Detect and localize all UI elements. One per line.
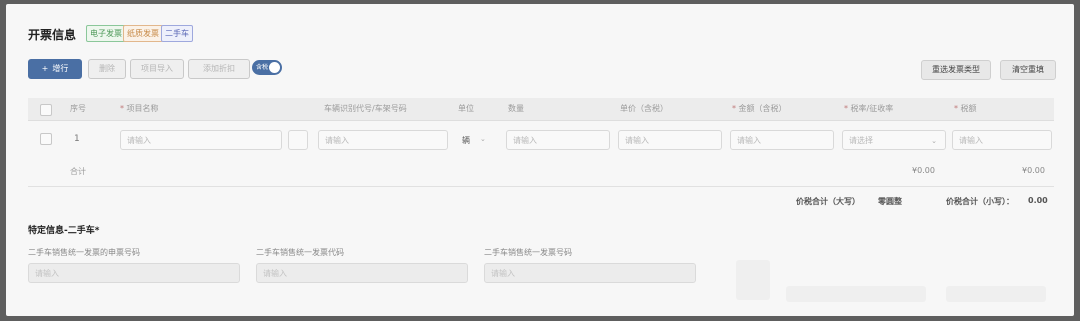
item-picker-button[interactable] xyxy=(288,130,308,150)
unit-price-input[interactable]: 请输入 xyxy=(618,130,722,150)
table-header: 序号 * 项目名称 车辆识别代号/车架号码 单位 数量 单价（含税） * 金额（… xyxy=(28,98,1054,121)
used-car-apply-number-label: 二手车销售统一发票的申票号码 xyxy=(28,248,140,257)
item-name-input[interactable]: 请输入 xyxy=(120,130,282,150)
vin-input[interactable]: 请输入 xyxy=(318,130,448,150)
select-all-checkbox[interactable] xyxy=(40,104,52,116)
col-tax: * 税额 xyxy=(954,104,977,113)
col-index: 序号 xyxy=(70,104,86,113)
quantity-input[interactable]: 请输入 xyxy=(506,130,610,150)
used-car-invoice-code-input[interactable]: 请输入 xyxy=(256,263,468,283)
row-checkbox[interactable] xyxy=(40,133,52,145)
total-amount: ¥0.00 xyxy=(912,166,935,175)
table-row: 1 请输入 请输入 辆 ⌄ 请输入 请输入 请输入 请选择 ⌄ 请输入 xyxy=(28,121,1054,155)
tag-electronic: 电子发票 xyxy=(86,25,126,42)
delete-button[interactable]: 删除 xyxy=(88,59,126,79)
total-label: 合计 xyxy=(70,167,86,176)
row-index: 1 xyxy=(74,134,80,144)
section-title: 开票信息 xyxy=(28,28,77,42)
reselect-invoice-type-button[interactable]: 重选发票类型 xyxy=(921,60,991,80)
import-button[interactable]: 项目导入 xyxy=(130,59,184,79)
faded-placeholder-bar xyxy=(786,286,926,302)
total-row: 合计 ¥0.00 ¥0.00 xyxy=(28,156,1054,187)
add-discount-button[interactable]: 添加折扣 xyxy=(188,59,250,79)
tag-used-car: 二手车 xyxy=(161,25,193,42)
col-tax-rate: * 税率/征收率 xyxy=(844,104,894,113)
special-info-title: 特定信息-二手车* xyxy=(28,226,100,236)
used-car-invoice-number-label: 二手车销售统一发票号码 xyxy=(484,248,572,257)
total-upper-label: 价税合计（大写） xyxy=(796,197,860,206)
used-car-apply-number-input[interactable]: 请输入 xyxy=(28,263,240,283)
faded-placeholder-bar xyxy=(946,286,1046,302)
tag-paper: 纸质发票 xyxy=(123,25,163,42)
clear-refill-button[interactable]: 清空重填 xyxy=(1000,60,1056,80)
col-amount: * 金额（含税） xyxy=(732,104,787,113)
col-item-name: * 项目名称 xyxy=(120,104,159,113)
total-lower-value: 0.00 xyxy=(1028,196,1048,205)
amount-input[interactable]: 请输入 xyxy=(730,130,834,150)
col-quantity: 数量 xyxy=(508,104,524,113)
toggle-knob xyxy=(269,62,280,73)
used-car-invoice-code-label: 二手车销售统一发票代码 xyxy=(256,248,344,257)
faded-placeholder-block xyxy=(736,260,770,300)
total-tax: ¥0.00 xyxy=(1022,166,1045,175)
col-vin: 车辆识别代号/车架号码 xyxy=(324,104,407,113)
invoice-info-card: 开票信息 电子发票 纸质发票 二手车 + 增行 删除 项目导入 添加折扣 含税 重… xyxy=(6,4,1074,316)
plus-icon: + xyxy=(41,64,49,73)
col-unit-price: 单价（含税） xyxy=(620,104,668,113)
tax-input[interactable]: 请输入 xyxy=(952,130,1052,150)
chevron-down-icon: ⌄ xyxy=(480,135,486,143)
chevron-down-icon: ⌄ xyxy=(931,137,937,145)
add-row-button[interactable]: + 增行 xyxy=(28,59,82,79)
tax-included-toggle[interactable]: 含税 xyxy=(252,60,282,75)
tax-rate-select[interactable]: 请选择 ⌄ xyxy=(842,130,946,150)
unit-select[interactable]: 辆 xyxy=(462,135,470,146)
total-lower-label: 价税合计（小写）： xyxy=(946,197,1014,206)
total-upper-value: 零圆整 xyxy=(878,197,902,206)
used-car-invoice-number-input[interactable]: 请输入 xyxy=(484,263,696,283)
col-unit: 单位 xyxy=(458,104,474,113)
